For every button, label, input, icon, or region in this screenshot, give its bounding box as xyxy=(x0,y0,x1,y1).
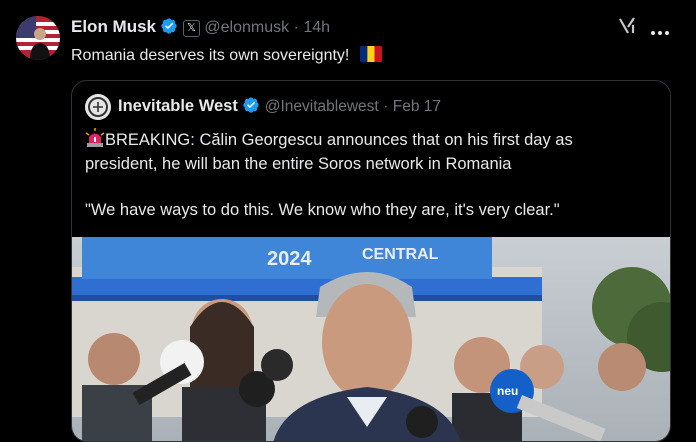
author-name[interactable]: Elon Musk xyxy=(71,17,156,36)
quoted-tweet-card[interactable]: Inevitable West @Inevitablewest · Feb 17… xyxy=(71,80,671,442)
quote-avatar-image xyxy=(85,94,111,120)
tweet-header: Elon Musk 𝕏 @elonmusk · 14h xyxy=(71,17,330,37)
quote-text-line-1: BREAKING: Călin Georgescu announces that… xyxy=(85,128,665,152)
quote-line-1: BREAKING: Călin Georgescu announces that… xyxy=(105,131,573,149)
banner-text: 2024 xyxy=(267,248,312,270)
tweet-time[interactable]: 14h xyxy=(303,19,330,36)
mic-logo-text: neu xyxy=(497,384,518,398)
quote-line-2: president, he will ban the entire Soros … xyxy=(85,155,512,173)
siren-icon xyxy=(85,128,105,147)
grok-icon[interactable] xyxy=(617,16,637,41)
header-separator: · xyxy=(293,19,299,36)
quote-line-3: "We have ways to do this. We know who th… xyxy=(85,201,560,219)
quote-date: Feb 17 xyxy=(392,98,442,115)
quote-separator: · xyxy=(383,98,389,115)
quote-author-name: Inevitable West xyxy=(118,97,238,115)
more-icon[interactable] xyxy=(649,22,670,40)
author-avatar[interactable] xyxy=(16,16,60,60)
quote-header: Inevitable West @Inevitablewest · Feb 17 xyxy=(118,96,441,116)
affiliate-x-badge-icon[interactable]: 𝕏 xyxy=(182,20,200,37)
tweet-text: Romania deserves its own sovereignty! xyxy=(71,47,350,64)
banner-text-2: CENTRAL xyxy=(362,246,439,263)
romania-flag-icon xyxy=(359,46,382,62)
quote-author-handle: @Inevitablewest xyxy=(264,98,379,115)
verified-badge-icon[interactable] xyxy=(160,17,178,35)
tweet-text-line: Romania deserves its own sovereignty! xyxy=(71,46,382,65)
quote-media-image[interactable]: 2024 CENTRAL neu xyxy=(72,237,670,441)
press-photo: 2024 CENTRAL neu xyxy=(72,237,670,441)
author-handle[interactable]: @elonmusk xyxy=(204,19,289,36)
quote-verified-badge-icon xyxy=(243,97,259,113)
quote-author-avatar[interactable] xyxy=(85,94,111,120)
avatar-image xyxy=(16,16,60,60)
quote-text: BREAKING: Călin Georgescu announces that… xyxy=(85,128,665,222)
